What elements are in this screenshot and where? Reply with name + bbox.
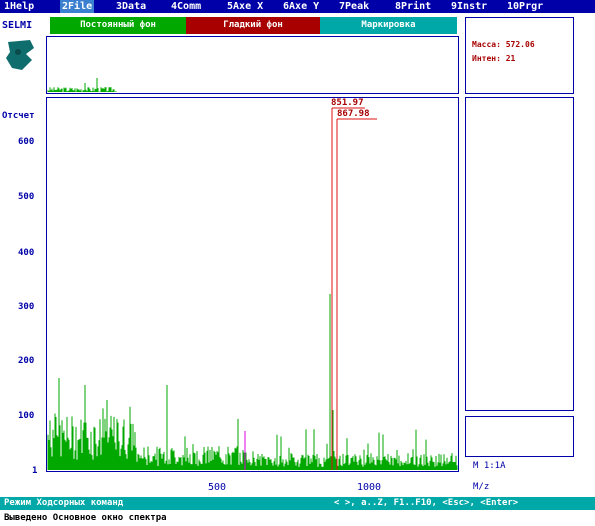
- x-tick: 500: [208, 482, 227, 493]
- x-axis-unit: M/z: [473, 482, 490, 492]
- menu-axe-y[interactable]: 6Axe Y: [283, 0, 319, 13]
- y-tick: 300: [18, 302, 35, 312]
- spectrum-plot: [47, 107, 458, 470]
- tab-constant-background[interactable]: Постоянный фон: [50, 17, 186, 34]
- info-panel: Масса: 572.06 Интен: 21: [465, 17, 574, 94]
- status-keys: < >, a..Z, F1..F10, <Esc>, <Enter>: [334, 498, 519, 508]
- y-tick: 100: [18, 411, 35, 421]
- tab-smooth-background[interactable]: Гладкий фон: [186, 17, 320, 34]
- menu-instr[interactable]: 9Instr: [451, 0, 487, 13]
- menu-comm[interactable]: 4Comm: [171, 0, 201, 13]
- status-mode: Режим Ходсорных команд: [4, 498, 124, 508]
- peak-list-panel[interactable]: [465, 97, 574, 411]
- peak-label-1: 851.97: [331, 98, 364, 108]
- intensity-value: 21: [505, 54, 516, 63]
- mass-label: Масса: 572.06: [472, 40, 535, 49]
- peak-label-2: 867.98: [337, 109, 370, 119]
- background-tabs: Постоянный фон Гладкий фон Маркировка: [50, 17, 457, 34]
- overview-panel[interactable]: [46, 36, 459, 94]
- menu-print[interactable]: 8Print: [395, 0, 431, 13]
- message-line: Выведено Основное окно спектра: [4, 513, 167, 523]
- intensity-label: Интен: 21: [472, 54, 516, 63]
- menu-axe-x[interactable]: 5Axe X: [227, 0, 263, 13]
- y-tick: 200: [18, 356, 35, 366]
- menu-help[interactable]: 1Help: [4, 0, 34, 13]
- menu-data[interactable]: 3Data: [116, 0, 146, 13]
- logo-icon: [6, 40, 34, 70]
- x-tick: 1000: [357, 482, 382, 493]
- y-tick: 1: [32, 466, 38, 476]
- scale-label: M 1:1A: [473, 461, 506, 471]
- menu-peak[interactable]: 7Peak: [339, 0, 369, 13]
- status-bar: Режим Ходсорных команд < >, a..Z, F1..F1…: [0, 497, 595, 510]
- mass-value: 572.06: [505, 40, 535, 49]
- spectrum-panel[interactable]: 851.97 867.98: [46, 97, 459, 472]
- logo-text: SELMI: [2, 20, 33, 31]
- y-tick: 400: [18, 248, 35, 258]
- menu-file[interactable]: 2File: [60, 0, 95, 13]
- y-axis-unit: Отсчет: [2, 111, 35, 121]
- overview-spectrum: [47, 78, 117, 92]
- menu-prgr[interactable]: 10Prgr: [507, 0, 543, 13]
- tab-marking[interactable]: Маркировка: [320, 17, 457, 34]
- menu-bar: 1Help 2File 3Data 4Comm 5Axe X 6Axe Y 7P…: [0, 0, 595, 13]
- aux-panel: [465, 416, 574, 457]
- y-tick: 500: [18, 192, 35, 202]
- y-tick: 600: [18, 137, 35, 147]
